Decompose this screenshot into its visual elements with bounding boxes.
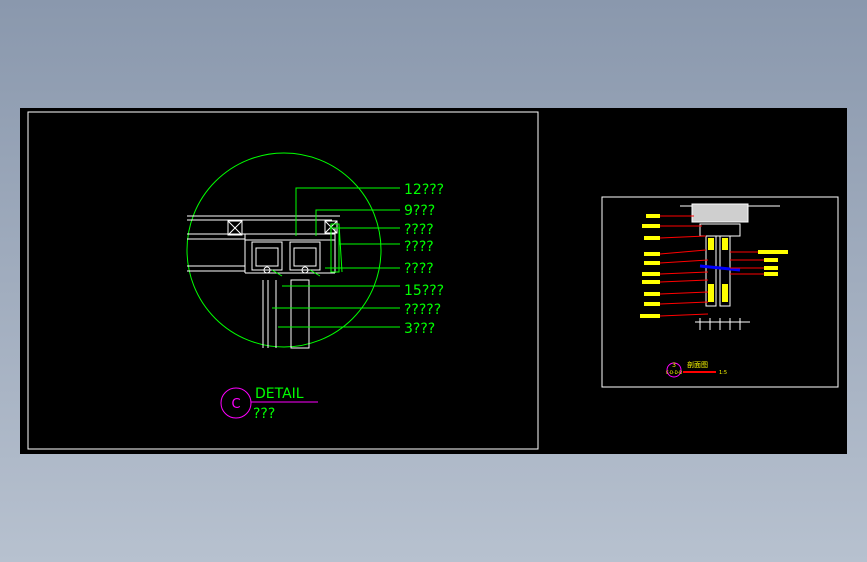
detail-tag-letter: C <box>231 397 240 412</box>
callout-label-8: 3??? <box>404 321 435 337</box>
callout-label-4: ???? <box>404 239 434 255</box>
callout-labels: 12??? 9??? ???? ???? ???? 15??? ????? 3?… <box>404 182 444 337</box>
section-title-label: 剖面图 <box>687 360 708 369</box>
callout-label-2: 9??? <box>404 203 435 219</box>
callout-label-5: ???? <box>404 261 434 277</box>
section-tag-sub: C-D-D-D <box>666 370 682 375</box>
track-assembly <box>187 215 340 349</box>
section-tag-number: 3 <box>672 362 676 369</box>
callout-label-3: ???? <box>404 222 434 238</box>
section-scale: 1:5 <box>719 370 727 376</box>
detail-title-block: C DETAIL ??? <box>220 386 318 422</box>
detail-circle <box>186 152 382 348</box>
ceiling-slab <box>691 203 749 223</box>
section-title-block: 3 C-D-D-D 剖面图 1:5 <box>666 360 727 378</box>
callout-label-6: 15??? <box>404 283 444 299</box>
detail-title-label: DETAIL <box>255 386 304 402</box>
callout-label-1: 12??? <box>404 182 444 198</box>
callout-label-7: ????? <box>404 302 441 318</box>
detail-title-subtitle: ??? <box>253 406 275 422</box>
cad-model-space[interactable]: 12??? 9??? ???? ???? ???? 15??? ????? 3?… <box>20 108 847 454</box>
cad-drawing: 12??? 9??? ???? ???? ???? 15??? ????? 3?… <box>27 111 839 450</box>
